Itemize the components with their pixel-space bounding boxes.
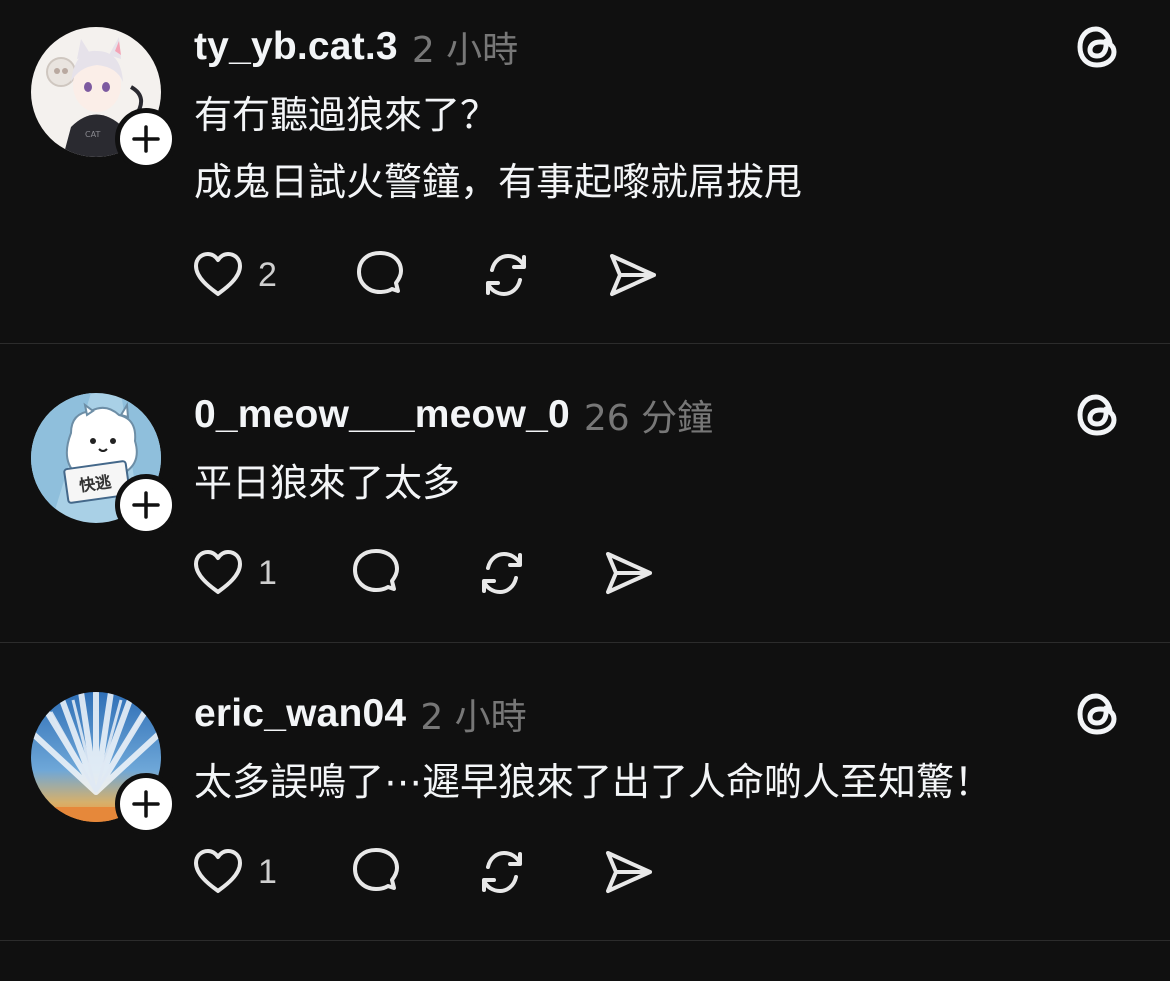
threads-logo-icon[interactable] (1074, 23, 1122, 71)
send-icon (606, 851, 652, 893)
post-content: 有冇聽過狼來了？ 成鬼日試火警鐘，有事起嚟就屌拔甩 (194, 82, 802, 216)
post-actions: 1 (190, 543, 710, 603)
post-header: 0_meow___meow_0 26 分鐘 (194, 385, 713, 445)
plus-icon (132, 125, 160, 153)
repost-button[interactable] (478, 245, 534, 305)
comment-icon (353, 549, 399, 592)
post-text-line: 成鬼日試火警鐘，有事起嚟就屌拔甩 (194, 160, 803, 204)
comment-icon (357, 251, 403, 294)
timestamp: 2 小時 (420, 697, 527, 738)
send-icon (606, 552, 652, 594)
avatar[interactable] (31, 692, 177, 835)
timestamp: 2 小時 (411, 30, 519, 71)
divider (0, 940, 1170, 941)
plus-icon (132, 790, 160, 818)
like-button[interactable]: 1 (190, 842, 277, 902)
heart-icon (194, 252, 242, 296)
timestamp: 26 分鐘 (583, 398, 714, 439)
repost-icon (486, 253, 526, 297)
like-count: 1 (258, 553, 277, 592)
avatar[interactable]: CAT (31, 27, 177, 170)
repost-button[interactable] (474, 842, 530, 902)
post-header: eric_wan04 2 小時 (194, 684, 527, 744)
threads-logo-icon[interactable] (1074, 391, 1122, 439)
svg-text:CAT: CAT (85, 130, 100, 139)
repost-icon (482, 850, 522, 894)
heart-icon (194, 849, 242, 893)
like-button[interactable]: 2 (190, 245, 277, 305)
post-actions: 1 (190, 842, 710, 902)
share-button[interactable] (600, 543, 656, 603)
post-text-line: 有冇聽過狼來了？ (194, 93, 499, 137)
heart-icon (194, 550, 242, 594)
post-text-line: 平日狼來了太多 (194, 461, 461, 505)
share-button[interactable] (600, 842, 656, 902)
post-content: 平日狼來了太多 (194, 450, 460, 517)
reply-button[interactable] (352, 245, 408, 305)
reply-button[interactable] (348, 543, 404, 603)
post-actions: 2 (190, 245, 710, 305)
repost-button[interactable] (474, 543, 530, 603)
username[interactable]: 0_meow___meow_0 (194, 393, 570, 437)
like-count: 1 (258, 852, 277, 891)
share-button[interactable] (604, 245, 660, 305)
comment-icon (353, 848, 399, 891)
reply-button[interactable] (348, 842, 404, 902)
follow-button[interactable] (115, 773, 177, 835)
username[interactable]: eric_wan04 (194, 692, 406, 736)
post: eric_wan04 2 小時 太多誤鳴了⋯遲早狼來了出了人命啲人至知驚！ 1 (0, 643, 1170, 941)
post-text-line: 太多誤鳴了⋯遲早狼來了出了人命啲人至知驚！ (194, 760, 993, 804)
send-icon (610, 254, 656, 296)
repost-icon (482, 551, 522, 595)
post-content: 太多誤鳴了⋯遲早狼來了出了人命啲人至知驚！ (194, 749, 992, 816)
post: CAT ty_yb.cat.3 2 小時 有冇聽過狼來了？ 成鬼日試火警鐘，有事… (0, 0, 1170, 344)
post: 快逃 0_meow___meow_0 26 分鐘 平日狼來了太多 1 (0, 344, 1170, 642)
avatar[interactable]: 快逃 (31, 393, 177, 536)
follow-button[interactable] (115, 474, 177, 536)
username[interactable]: ty_yb.cat.3 (194, 25, 398, 69)
threads-logo-icon[interactable] (1074, 690, 1122, 738)
follow-button[interactable] (115, 108, 177, 170)
plus-icon (132, 491, 160, 519)
like-button[interactable]: 1 (190, 543, 277, 603)
like-count: 2 (258, 255, 277, 294)
post-header: ty_yb.cat.3 2 小時 (194, 17, 518, 77)
